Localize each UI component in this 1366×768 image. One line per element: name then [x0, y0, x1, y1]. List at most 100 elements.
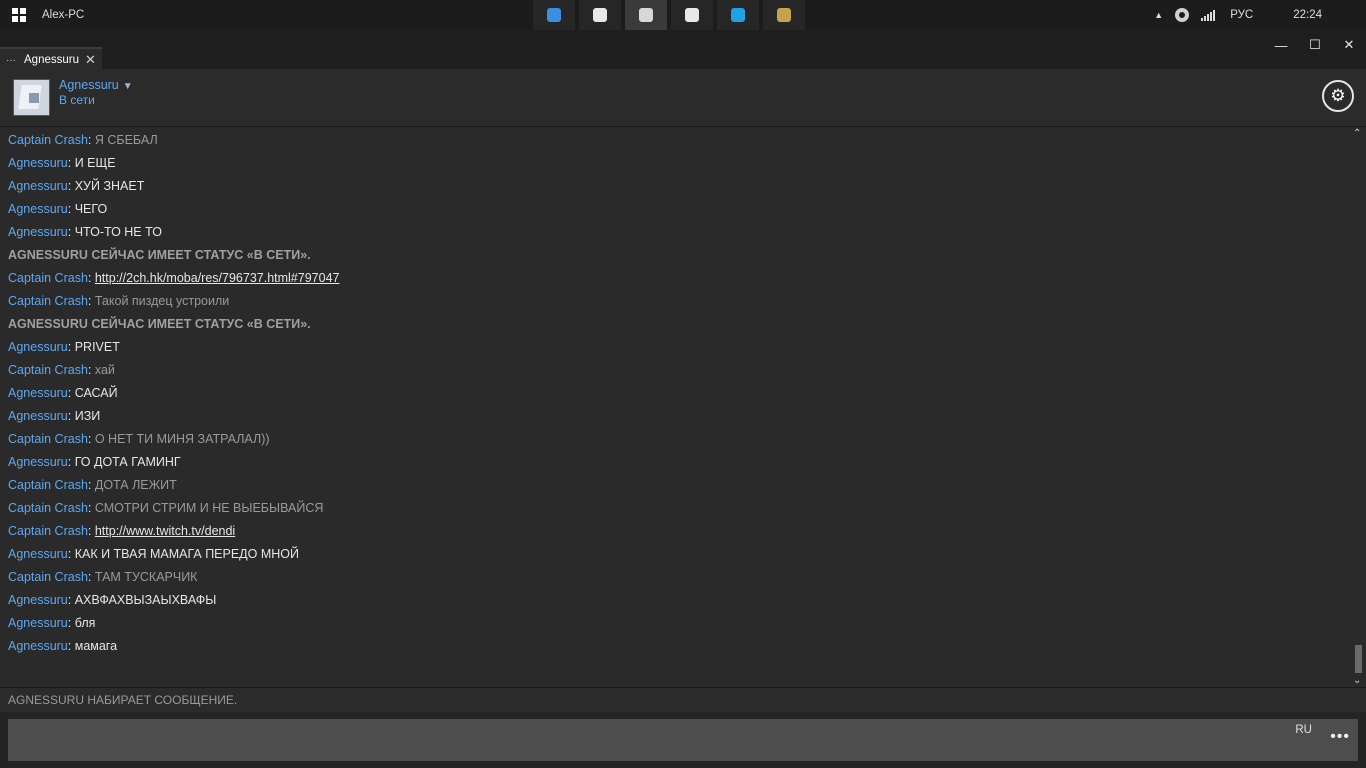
message-separator: :	[87, 294, 95, 308]
tab-agnessuru[interactable]: ··· Agnessuru ✕	[0, 47, 102, 71]
system-message: AGNESSURU СЕЙЧАС ИМЕЕТ СТАТУС «В СЕТИ».	[8, 314, 311, 334]
message-author[interactable]: Agnessuru	[8, 202, 68, 216]
message-scrollbar[interactable]: ⌃ ⌄	[1350, 127, 1366, 687]
tray-expand-chevron-icon[interactable]: ▲	[1154, 10, 1163, 20]
taskbar-app-0[interactable]	[533, 0, 575, 30]
minimize-button[interactable]: —	[1264, 30, 1298, 60]
chat-message: Captain Crash: О НЕТ ТИ МИНЯ ЗАТРАЛАЛ))	[8, 429, 270, 449]
composer: RU •••	[0, 712, 1366, 768]
chat-message: Agnessuru: ИЗИ	[8, 406, 100, 426]
message-text: PRIVET	[74, 340, 120, 354]
taskbar-app-1[interactable]	[579, 0, 621, 30]
message-text: САСАЙ	[74, 386, 118, 400]
message-author[interactable]: Agnessuru	[8, 156, 68, 170]
gear-icon: ⚙	[1330, 86, 1346, 105]
message-text: мамага	[74, 639, 118, 653]
tab-menu-dots-icon[interactable]: ···	[6, 55, 16, 66]
messenger-app-icon	[547, 8, 561, 22]
message-author[interactable]: Captain Crash	[8, 432, 88, 446]
message-link[interactable]: http://www.twitch.tv/dendi	[95, 524, 235, 538]
message-author[interactable]: Captain Crash	[8, 271, 88, 285]
chat-message: Agnessuru: мамага	[8, 636, 117, 656]
contact-name: Agnessuru	[59, 78, 119, 92]
chat-message: Captain Crash: http://2ch.hk/moba/res/79…	[8, 268, 339, 288]
message-separator: :	[67, 156, 75, 170]
chat-message: Agnessuru: ЧТО-ТО НЕ ТО	[8, 222, 162, 242]
input-language-indicator[interactable]: РУС	[1230, 9, 1253, 21]
message-author[interactable]: Agnessuru	[8, 593, 68, 607]
message-author[interactable]: Agnessuru	[8, 386, 68, 400]
message-author[interactable]: Captain Crash	[8, 524, 88, 538]
scrollbar-thumb[interactable]	[1355, 645, 1362, 673]
typing-bar: AGNESSURU НАБИРАЕТ СООБЩЕНИЕ.	[0, 687, 1366, 713]
message-separator: :	[87, 501, 95, 515]
message-author[interactable]: Agnessuru	[8, 639, 68, 653]
composer-language[interactable]: RU	[1295, 724, 1312, 736]
taskbar-app-5[interactable]	[763, 0, 805, 30]
message-author[interactable]: Agnessuru	[8, 455, 68, 469]
message-text: бля	[74, 616, 96, 630]
message-list: Captain Crash: Я СБЕБАЛ Agnessuru: И ЕЩЕ A…	[0, 127, 1350, 687]
message-text: ТАМ ТУСКАРЧИК	[94, 570, 198, 584]
message-input[interactable]	[8, 719, 1358, 761]
message-separator: :	[87, 363, 95, 377]
league-client-icon	[777, 8, 791, 22]
windows-start-icon[interactable]	[12, 8, 26, 22]
message-author[interactable]: Captain Crash	[8, 133, 88, 147]
network-signal-icon[interactable]	[1201, 9, 1216, 21]
chat-message: Agnessuru: САСАЙ	[8, 383, 118, 403]
avatar[interactable]	[13, 79, 50, 116]
message-text: Такой пиздец устроили	[94, 294, 230, 308]
message-author[interactable]: Agnessuru	[8, 409, 68, 423]
chrome-icon	[685, 8, 699, 22]
taskbar-clock[interactable]: 22:24	[1293, 9, 1322, 21]
chat-message: Agnessuru: PRIVET	[8, 337, 120, 357]
message-author[interactable]: Captain Crash	[8, 478, 88, 492]
message-separator: :	[87, 570, 95, 584]
taskbar-apps	[533, 0, 809, 30]
maximize-button[interactable]: ☐	[1298, 30, 1332, 60]
chevron-down-icon: ▼	[122, 81, 133, 92]
message-text: ЧТО-ТО НЕ ТО	[74, 225, 162, 239]
message-author[interactable]: Agnessuru	[8, 340, 68, 354]
message-author[interactable]: Agnessuru	[8, 179, 68, 193]
chat-message: Agnessuru: АХВФАХВЫЗАЫХВАФЫ	[8, 590, 216, 610]
steam-tray-icon[interactable]	[1175, 8, 1190, 22]
taskbar: Alex-PC ▲ РУС 22:24	[0, 0, 1366, 30]
message-text: О НЕТ ТИ МИНЯ ЗАТРАЛАЛ))	[94, 432, 270, 446]
message-author[interactable]: Captain Crash	[8, 363, 88, 377]
message-author[interactable]: Captain Crash	[8, 501, 88, 515]
message-author[interactable]: Captain Crash	[8, 294, 88, 308]
skype-icon	[731, 8, 745, 22]
typing-indicator: AGNESSURU НАБИРАЕТ СООБЩЕНИЕ.	[8, 693, 238, 707]
chat-message: Agnessuru: И ЕЩЕ	[8, 153, 116, 173]
more-options-button[interactable]: •••	[1330, 728, 1350, 746]
file-explorer-icon	[593, 8, 607, 22]
message-text: СМОТРИ СТРИМ И НЕ ВЫЕБЫВАЙСЯ	[94, 501, 324, 515]
taskbar-app-2[interactable]	[625, 0, 667, 30]
system-message: AGNESSURU СЕЙЧАС ИМЕЕТ СТАТУС «В СЕТИ».	[8, 245, 311, 265]
chat-message: Agnessuru: ГО ДОТА ГАМИНГ	[8, 452, 181, 472]
grenade-app-icon	[639, 8, 653, 22]
taskbar-app-4[interactable]	[717, 0, 759, 30]
settings-button[interactable]: ⚙	[1322, 80, 1354, 112]
message-author[interactable]: Agnessuru	[8, 547, 68, 561]
chat-message: Agnessuru: КАК И ТВАЯ МАМАГА ПЕРЕДО МНОЙ	[8, 544, 299, 564]
message-link[interactable]: http://2ch.hk/moba/res/796737.html#79704…	[95, 271, 340, 285]
message-separator: :	[87, 432, 95, 446]
message-separator: :	[67, 386, 75, 400]
message-author[interactable]: Agnessuru	[8, 616, 68, 630]
message-author[interactable]: Agnessuru	[8, 225, 68, 239]
contact-name-dropdown[interactable]: Agnessuru ▼	[59, 78, 133, 92]
message-text: Я СБЕБАЛ	[94, 133, 158, 147]
taskbar-app-3[interactable]	[671, 0, 713, 30]
chat-message: Captain Crash: Такой пиздец устроили	[8, 291, 229, 311]
system-message-text: AGNESSURU СЕЙЧАС ИМЕЕТ СТАТУС «В СЕТИ».	[8, 248, 311, 262]
scroll-up-icon[interactable]: ⌃	[1353, 128, 1361, 139]
close-window-button[interactable]: ✕	[1332, 30, 1366, 60]
message-separator: :	[87, 133, 95, 147]
message-separator: :	[67, 179, 75, 193]
tab-close-icon[interactable]: ✕	[85, 52, 96, 68]
message-author[interactable]: Captain Crash	[8, 570, 88, 584]
scroll-down-icon[interactable]: ⌄	[1353, 675, 1361, 686]
